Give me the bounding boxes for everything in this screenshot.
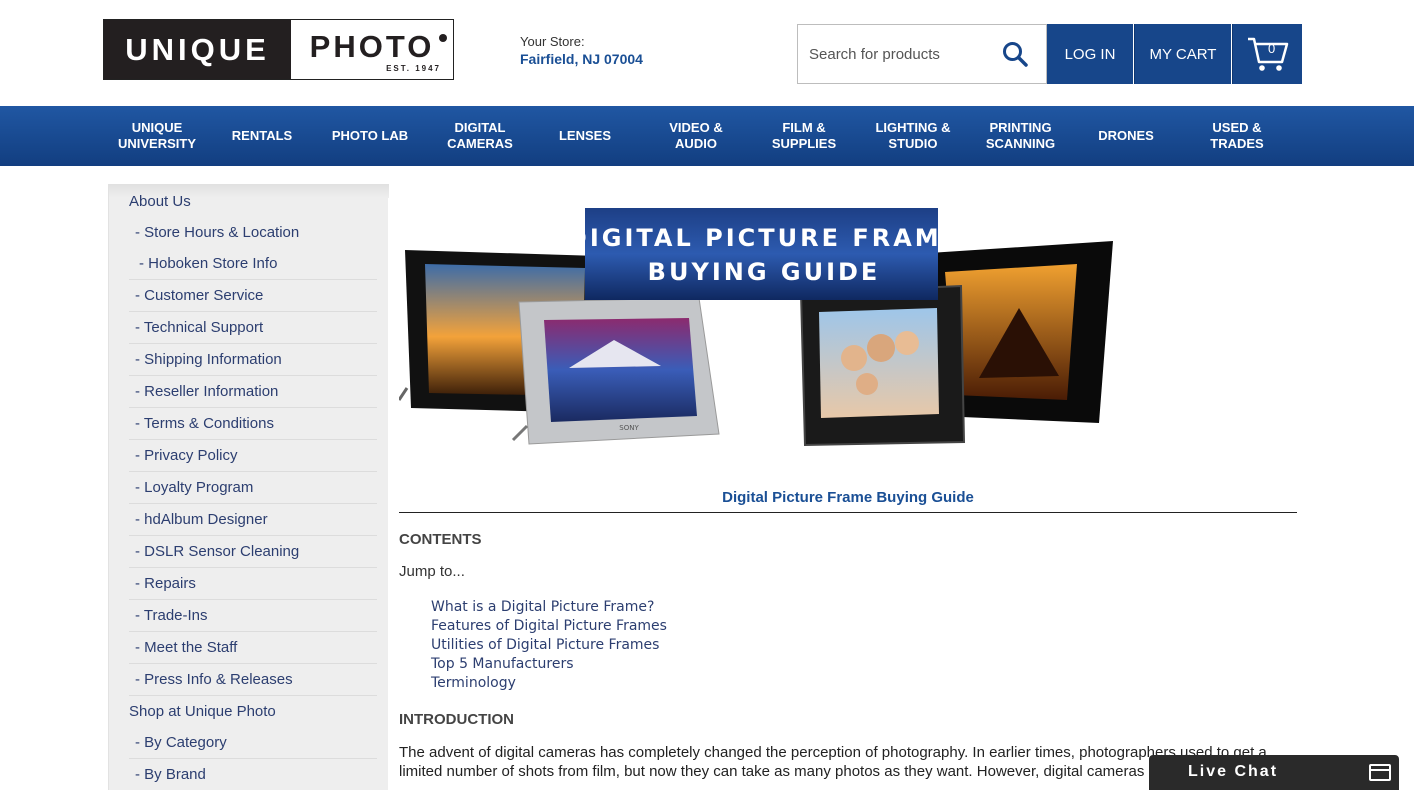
sidebar-link-reseller[interactable]: - Reseller Information <box>135 383 278 400</box>
toc-link-features[interactable]: Features of Digital Picture Frames <box>431 617 667 636</box>
sidebar-divider <box>129 471 377 472</box>
toc-link-terminology[interactable]: Terminology <box>431 674 667 693</box>
sidebar-link-loyalty[interactable]: - Loyalty Program <box>135 479 253 496</box>
sidebar-divider <box>129 599 377 600</box>
sidebar-link-technical-support[interactable]: - Technical Support <box>135 319 263 336</box>
sidebar-divider <box>129 279 377 280</box>
login-button[interactable]: LOG IN <box>1047 24 1133 84</box>
sidebar-link-sensor-cleaning[interactable]: - DSLR Sensor Cleaning <box>135 543 299 560</box>
banner-line2: BUYING GUIDE <box>648 258 881 286</box>
sidebar-link-shipping[interactable]: - Shipping Information <box>135 351 282 368</box>
sidebar-divider <box>129 535 377 536</box>
nav-lighting-studio[interactable]: LIGHTING & STUDIO <box>867 106 959 166</box>
logo-right-block: PHOTO EST. 1947 <box>291 20 453 79</box>
logo-right-text: PHOTO <box>309 28 435 64</box>
toc-link-utilities[interactable]: Utilities of Digital Picture Frames <box>431 636 667 655</box>
toc-link-what-is[interactable]: What is a Digital Picture Frame? <box>431 598 667 617</box>
logo-left-text: UNIQUE <box>104 20 291 79</box>
unique-photo-logo[interactable]: UNIQUE PHOTO EST. 1947 <box>103 19 454 80</box>
sidebar-link-terms[interactable]: - Terms & Conditions <box>135 415 274 432</box>
sidebar-divider <box>129 375 377 376</box>
main-nav: UNIQUE UNIVERSITY RENTALS PHOTO LAB DIGIT… <box>0 106 1414 166</box>
cart-button[interactable]: 0 <box>1232 24 1302 84</box>
sidebar: About Us - Store Hours & Location - Hobo… <box>108 184 389 790</box>
sidebar-link-repairs[interactable]: - Repairs <box>135 575 196 592</box>
jump-to-label: Jump to... <box>399 563 465 580</box>
sidebar-divider <box>129 343 377 344</box>
nav-unique-university[interactable]: UNIQUE UNIVERSITY <box>112 106 202 166</box>
cart-count: 0 <box>1268 41 1276 56</box>
sidebar-link-press[interactable]: - Press Info & Releases <box>135 671 293 688</box>
sidebar-link-privacy[interactable]: - Privacy Policy <box>135 447 238 464</box>
sidebar-link-hdalbum[interactable]: - hdAlbum Designer <box>135 511 268 528</box>
sidebar-link-by-brand[interactable]: - By Brand <box>135 766 206 783</box>
sidebar-divider <box>129 311 377 312</box>
sidebar-link-customer-service[interactable]: - Customer Service <box>135 287 263 304</box>
sidebar-link-by-category[interactable]: - By Category <box>135 734 227 751</box>
search-input[interactable] <box>809 45 989 63</box>
nav-rentals[interactable]: RENTALS <box>222 106 302 166</box>
sidebar-section-shop[interactable]: Shop at Unique Photo <box>129 703 276 720</box>
buying-guide-hero-image: DIGITAL PICTURE FRAME BUYING GUIDE SONY <box>399 208 1113 447</box>
sidebar-link-trade-ins[interactable]: - Trade-Ins <box>135 607 208 624</box>
store-location[interactable]: Fairfield, NJ 07004 <box>520 51 643 67</box>
store-label: Your Store: <box>520 34 585 49</box>
toc-link-manufacturers[interactable]: Top 5 Manufacturers <box>431 655 667 674</box>
nav-lenses[interactable]: LENSES <box>550 106 620 166</box>
site-header: UNIQUE PHOTO EST. 1947 Your Store: Fairf… <box>0 0 1416 106</box>
live-chat-label: Live Chat <box>1188 763 1279 780</box>
live-chat-widget[interactable]: Live Chat <box>1149 755 1399 790</box>
sidebar-link-store-hours[interactable]: - Store Hours & Location <box>135 224 299 241</box>
search-box <box>797 24 1047 84</box>
search-icon[interactable] <box>1002 41 1028 67</box>
sidebar-link-hoboken[interactable]: - Hoboken Store Info <box>139 255 277 272</box>
nav-used-trades[interactable]: USED & TRADES <box>1200 106 1274 166</box>
sidebar-link-staff[interactable]: - Meet the Staff <box>135 639 237 656</box>
caption-divider <box>399 512 1297 513</box>
registered-mark-icon <box>439 34 447 42</box>
chat-window-icon[interactable] <box>1369 764 1391 781</box>
my-cart-button[interactable]: MY CART <box>1134 24 1231 84</box>
image-caption-link[interactable]: Digital Picture Frame Buying Guide <box>399 489 1297 506</box>
nav-digital-cameras[interactable]: DIGITAL CAMERAS <box>440 106 520 166</box>
sidebar-divider <box>129 567 377 568</box>
sidebar-divider <box>129 503 377 504</box>
nav-photo-lab[interactable]: PHOTO LAB <box>325 106 415 166</box>
sidebar-divider <box>129 407 377 408</box>
sidebar-section-about[interactable]: About Us <box>129 193 191 210</box>
logo-est-text: EST. 1947 <box>386 64 441 73</box>
store-selector[interactable]: Your Store: Fairfield, NJ 07004 <box>520 34 643 67</box>
table-of-contents: What is a Digital Picture Frame? Feature… <box>431 598 667 693</box>
contents-heading: CONTENTS <box>399 531 482 548</box>
introduction-heading: INTRODUCTION <box>399 711 514 728</box>
sidebar-divider <box>129 695 377 696</box>
sidebar-divider <box>129 631 377 632</box>
nav-printing-scanning[interactable]: PRINTING SCANNING <box>978 106 1063 166</box>
frame-brand-label: SONY <box>619 424 639 432</box>
nav-video-audio[interactable]: VIDEO & AUDIO <box>656 106 736 166</box>
sidebar-divider <box>129 663 377 664</box>
sidebar-divider <box>129 439 377 440</box>
nav-film-supplies[interactable]: FILM & SUPPLIES <box>764 106 844 166</box>
banner-line1: DIGITAL PICTURE FRAME <box>567 224 961 252</box>
nav-drones[interactable]: DRONES <box>1090 106 1162 166</box>
sidebar-divider <box>129 758 377 759</box>
